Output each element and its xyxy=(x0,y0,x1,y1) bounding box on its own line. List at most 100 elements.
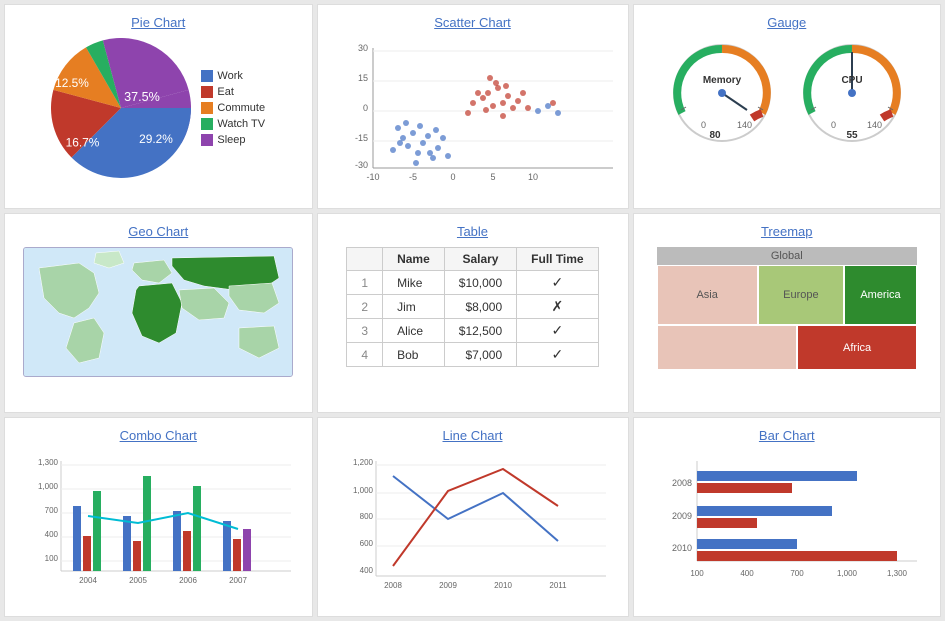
pie-chart-title[interactable]: Pie Chart xyxy=(131,15,185,30)
bar-x1000: 1,000 xyxy=(837,569,858,578)
line-x2009: 2009 xyxy=(439,581,457,590)
table-header-name: Name xyxy=(383,248,445,271)
scatter-chart-title[interactable]: Scatter Chart xyxy=(434,15,511,30)
bar-2004-blue xyxy=(73,506,81,571)
bar-2006-red xyxy=(183,531,191,571)
table-row: 2 Jim $8,000 ✗ xyxy=(347,295,598,319)
table-cell-fulltime: ✓ xyxy=(517,343,598,367)
table-row: 4 Bob $7,000 ✓ xyxy=(347,343,598,367)
legend-work-color xyxy=(201,70,213,82)
bar-2005-green xyxy=(143,476,151,571)
treemap-america: America xyxy=(844,265,917,325)
pie-chart-cell: Pie Chart 37.5% 16.7% 12.5% 29.2% xyxy=(4,4,313,209)
legend-eat: Eat xyxy=(201,86,265,98)
table-cell-name: Jim xyxy=(383,295,445,319)
bar-2007-purple xyxy=(243,529,251,571)
scatter-ym30: -30 xyxy=(354,160,367,170)
bar-2005-red xyxy=(133,541,141,571)
table-cell-fulltime: ✓ xyxy=(517,271,598,295)
combo-chart-cell: Combo Chart 1,300 1,000 700 400 100 2004… xyxy=(4,417,313,617)
scatter-x0: 0 xyxy=(450,172,455,182)
scatter-y15: 15 xyxy=(357,73,367,83)
table-cell-fulltime: ✓ xyxy=(517,319,598,343)
memory-min: 0 xyxy=(701,120,706,130)
line-x2011: 2011 xyxy=(549,581,567,590)
legend-commute: Commute xyxy=(201,102,265,114)
pie-label-sleep: 29.2% xyxy=(140,132,174,146)
treemap-europe: Europe xyxy=(758,265,845,325)
memory-label: Memory xyxy=(703,75,742,86)
table-cell-salary: $8,000 xyxy=(444,295,516,319)
combo-y700: 700 xyxy=(45,506,59,515)
memory-gauge: Memory 0 80 140 xyxy=(667,38,777,151)
geo-chart-cell: Geo Chart xyxy=(4,213,313,413)
table-cell-fulltime: ✗ xyxy=(517,295,598,319)
treemap-asia2 xyxy=(657,325,798,370)
treemap-asia: Asia xyxy=(657,265,758,325)
cpu-min: 0 xyxy=(831,120,836,130)
line-chart-cell: Line Chart 1,200 1,000 800 600 400 2008 … xyxy=(317,417,629,617)
bar-2008-red xyxy=(697,483,792,493)
bar-chart-title[interactable]: Bar Chart xyxy=(759,428,815,443)
bar-2006-blue xyxy=(173,511,181,571)
combo-y100: 100 xyxy=(45,554,59,563)
scatter-x5: 5 xyxy=(490,172,495,182)
bar-2008-blue xyxy=(697,471,857,481)
table-cell: Table Name Salary Full Time 1 Mike $10,0… xyxy=(317,213,629,413)
line-x2010: 2010 xyxy=(494,581,512,590)
combo-line xyxy=(88,513,238,529)
bar-2010-blue xyxy=(697,539,797,549)
bar-2007-red xyxy=(233,539,241,571)
bar-2007-blue xyxy=(223,521,231,571)
gauge-chart-title[interactable]: Gauge xyxy=(767,15,806,30)
combo-y400: 400 xyxy=(45,530,59,539)
pie-label-commute: 12.5% xyxy=(56,76,90,90)
treemap-africa: Africa xyxy=(797,325,916,370)
bar-x700: 700 xyxy=(790,569,804,578)
line-y1000: 1,000 xyxy=(352,486,373,495)
table-cell-num: 3 xyxy=(347,319,383,343)
cpu-value: 55 xyxy=(846,130,858,141)
combo-y1300: 1,300 xyxy=(38,458,59,467)
memory-value: 80 xyxy=(709,130,721,141)
combo-y1000: 1,000 xyxy=(38,482,59,491)
geo-svg xyxy=(24,248,293,377)
line-y800: 800 xyxy=(359,512,373,521)
bar-2010-red xyxy=(697,551,897,561)
bar-2005-blue xyxy=(123,516,131,571)
legend-eat-label: Eat xyxy=(217,86,234,98)
scatter-chart-svg: 30 15 0 -15 -30 -10 -5 0 5 10 xyxy=(328,38,618,198)
memory-max: 140 xyxy=(737,120,752,130)
treemap-title[interactable]: Treemap xyxy=(761,224,813,239)
pie-chart-svg: 37.5% 16.7% 12.5% 29.2% xyxy=(51,38,191,178)
combo-x2006: 2006 xyxy=(179,576,197,585)
legend-work: Work xyxy=(201,70,265,82)
combo-chart-title[interactable]: Combo Chart xyxy=(120,428,197,443)
cpu-gauge: CPU 0 55 140 xyxy=(797,38,907,151)
line-y400: 400 xyxy=(359,566,373,575)
treemap-row2: Africa xyxy=(657,325,917,370)
bar-2006-green xyxy=(193,486,201,571)
scatter-ym15: -15 xyxy=(354,133,367,143)
table-cell-salary: $10,000 xyxy=(444,271,516,295)
line-chart-title[interactable]: Line Chart xyxy=(443,428,503,443)
pie-legend: Work Eat Commute Watch TV Sleep xyxy=(201,70,265,146)
treemap-global: Global xyxy=(657,247,917,265)
bar-2004-green xyxy=(93,491,101,571)
geo-chart-title[interactable]: Geo Chart xyxy=(128,224,188,239)
line-y1200: 1,200 xyxy=(352,458,373,467)
line-y600: 600 xyxy=(359,539,373,548)
table-cell-name: Bob xyxy=(383,343,445,367)
geo-map xyxy=(23,247,293,377)
table-cell-name: Mike xyxy=(383,271,445,295)
scatter-y30: 30 xyxy=(357,43,367,53)
table-cell-name: Alice xyxy=(383,319,445,343)
legend-commute-color xyxy=(201,102,213,114)
legend-eat-color xyxy=(201,86,213,98)
bar-y2008: 2008 xyxy=(672,478,692,488)
gauge-container: Memory 0 80 140 CPU xyxy=(667,38,907,151)
table-title[interactable]: Table xyxy=(457,224,488,239)
cpu-gauge-svg: CPU 0 55 140 xyxy=(797,38,907,148)
scatter-x10: 10 xyxy=(527,172,537,182)
bar-2009-blue xyxy=(697,506,832,516)
